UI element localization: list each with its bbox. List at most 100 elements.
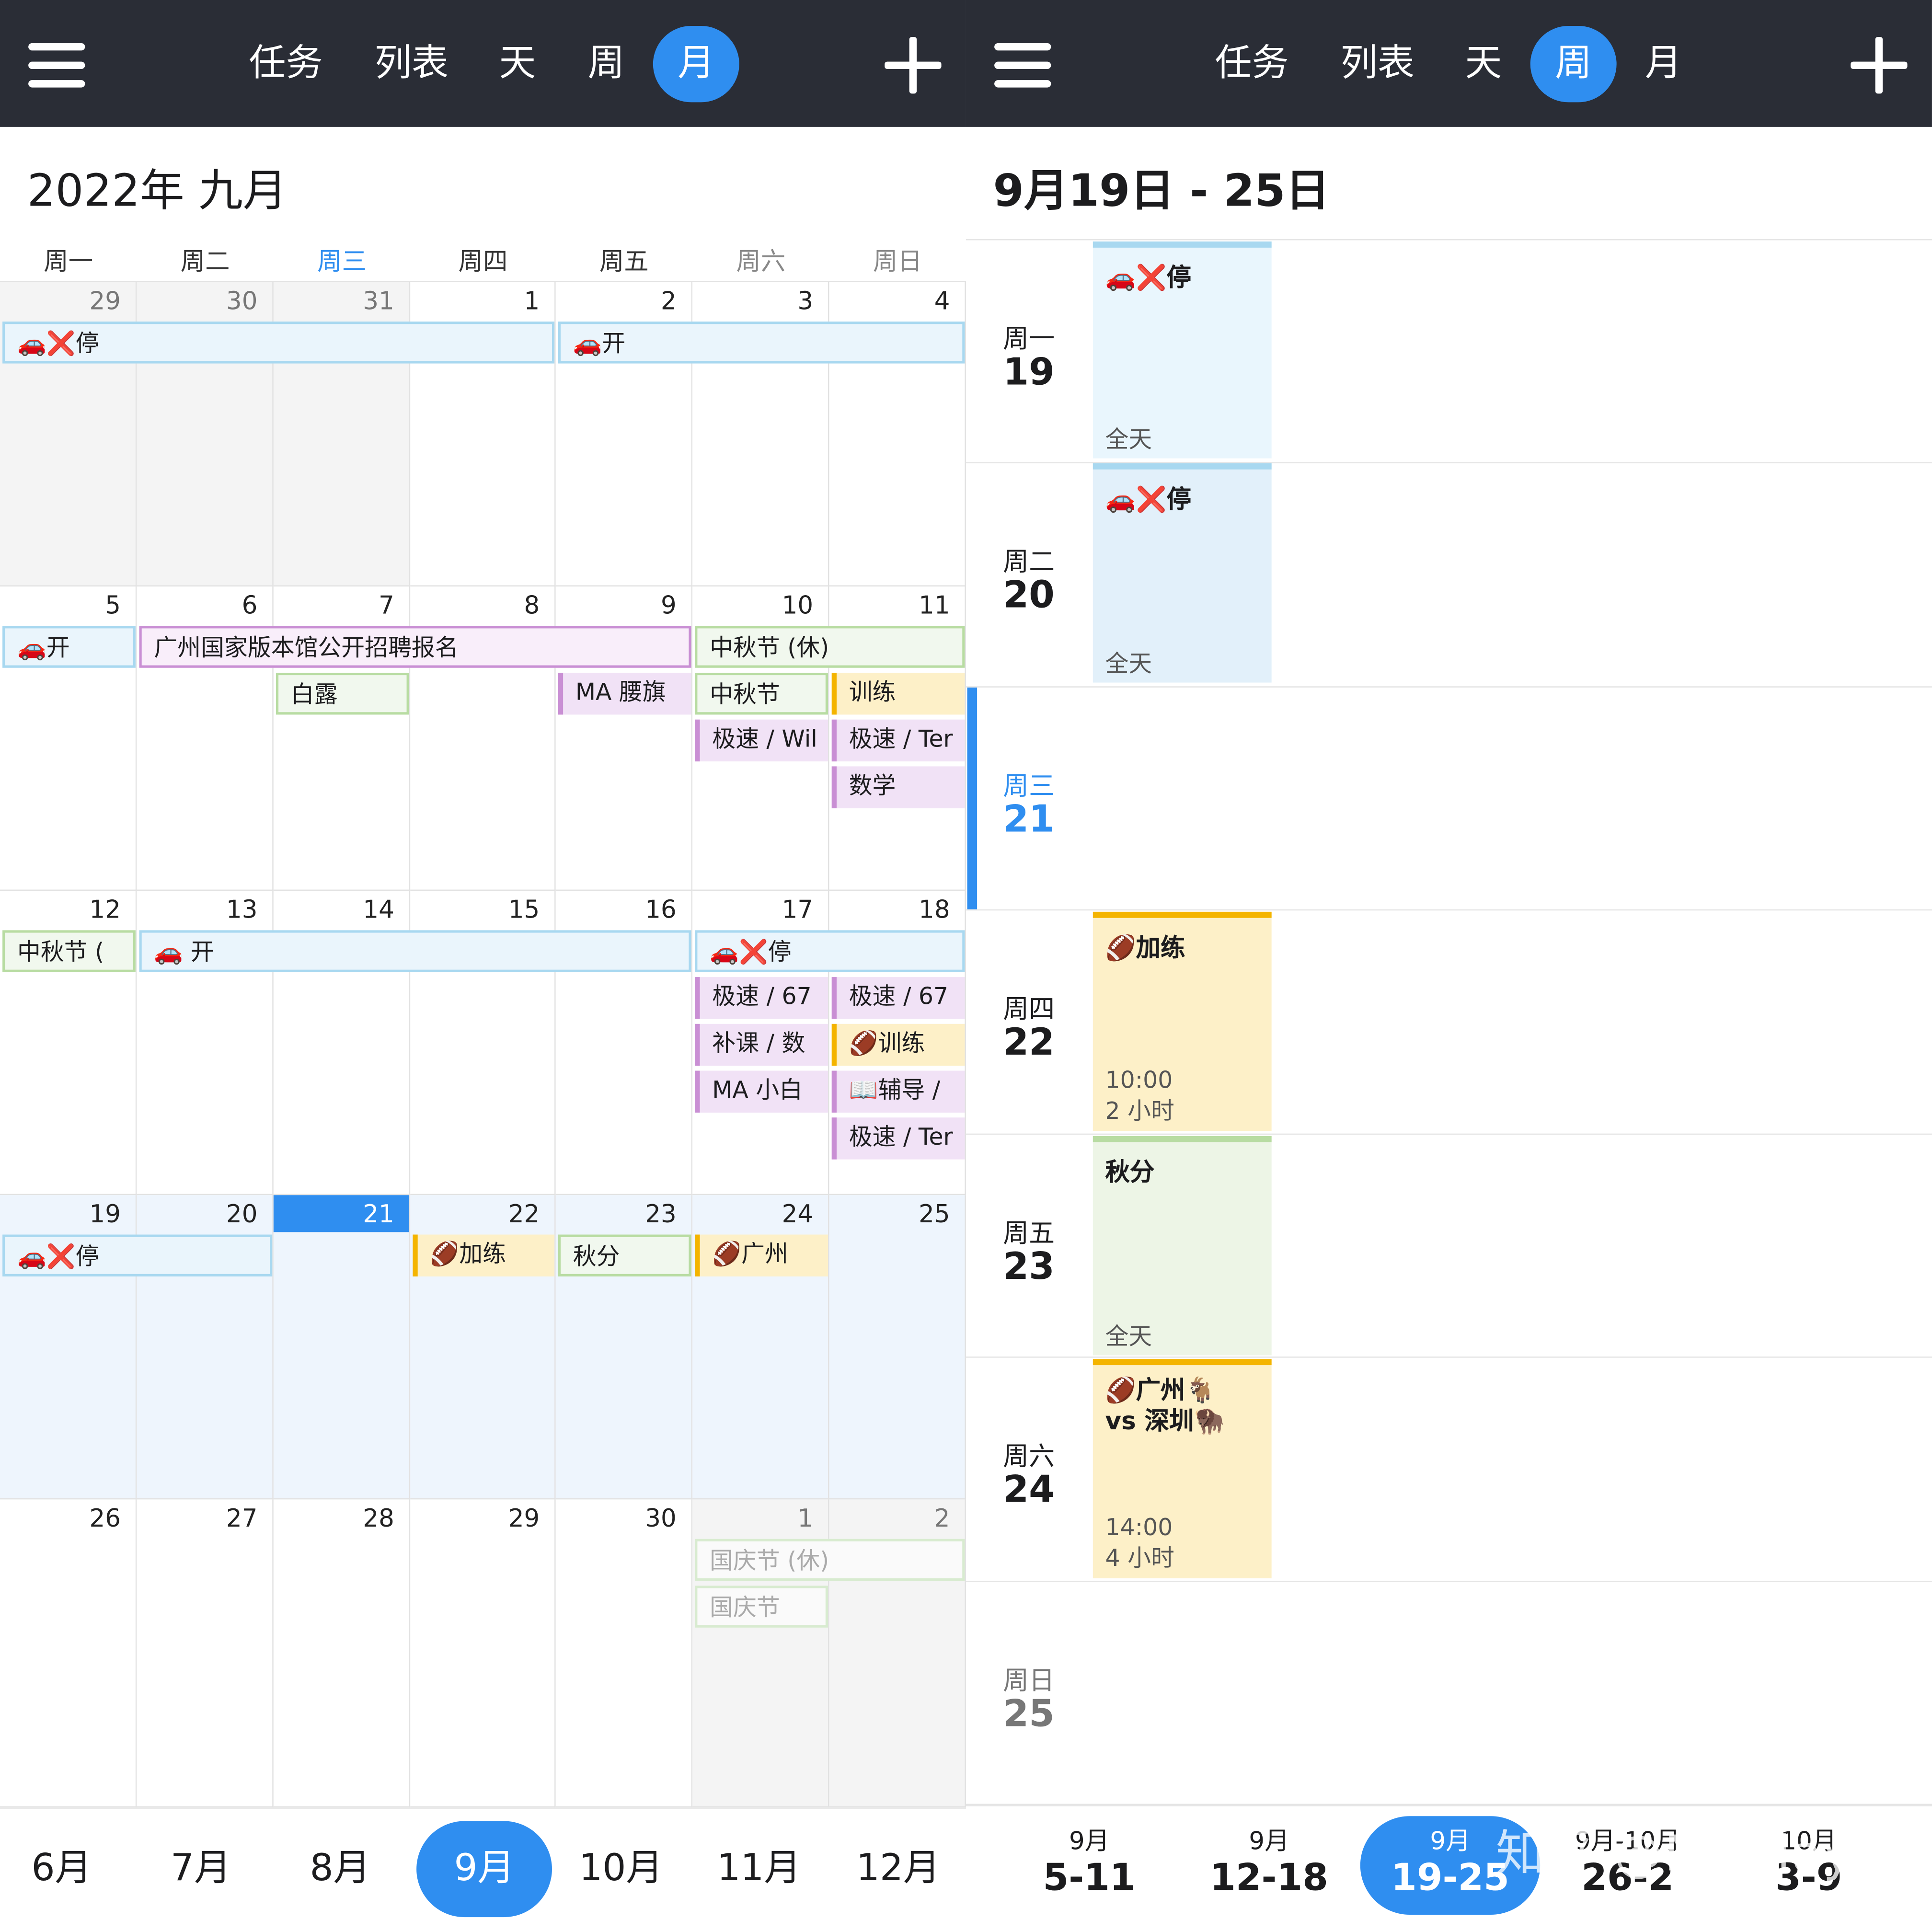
day-number: 14 xyxy=(363,894,394,924)
day-number: 17 xyxy=(782,894,814,924)
event-block-tue[interactable]: 🚗❌停 全天 xyxy=(1092,463,1272,683)
month-aug[interactable]: 8月 xyxy=(278,1821,402,1918)
day-number: 10 xyxy=(782,590,814,620)
tab-month[interactable]: 月 xyxy=(1639,26,1688,102)
calendar-event[interactable]: 白露 xyxy=(276,672,409,715)
month-jul[interactable]: 7月 xyxy=(139,1821,263,1918)
weekday-label: 周日 xyxy=(873,246,922,276)
top-bar-right: 任务 列表 天 周 月 xyxy=(966,0,1932,127)
calendar-event[interactable]: 🚗❌停 xyxy=(695,930,965,972)
weekday-label: 周三 xyxy=(317,246,367,276)
day-number: 8 xyxy=(524,590,540,620)
calendar-event[interactable]: 极速 / Wil xyxy=(695,719,828,762)
calendar-event[interactable]: MA 小白 xyxy=(695,1070,828,1113)
calendar-event[interactable]: 极速 / 67 xyxy=(695,977,828,1019)
month-sep[interactable]: 9月 xyxy=(416,1821,552,1918)
week-day-row[interactable]: 周日 25 xyxy=(966,1582,1932,1805)
calendar-event[interactable]: 国庆节 xyxy=(695,1586,828,1628)
event-block-mon[interactable]: 🚗❌停 全天 xyxy=(1092,241,1272,459)
week-day-row[interactable]: 周三 21 xyxy=(966,688,1932,911)
day-number: 22 xyxy=(508,1198,540,1229)
add-icon[interactable] xyxy=(1851,37,1908,94)
event-time: 14:00 xyxy=(1105,1514,1173,1541)
calendar-event[interactable]: 广州国家版本馆公开招聘报名 xyxy=(139,626,691,668)
calendar-event[interactable]: 🏈加练 xyxy=(413,1234,555,1276)
month-jun[interactable]: 6月 xyxy=(0,1821,123,1918)
week-day-label: 周五 23 xyxy=(1003,1218,1055,1289)
day-number: 16 xyxy=(645,894,677,924)
event-duration: 全天 xyxy=(1105,1323,1152,1351)
day-cell[interactable]: 30 xyxy=(555,1499,693,1808)
tab-list[interactable]: 列表 xyxy=(1333,26,1422,102)
day-cell[interactable]: 25 xyxy=(829,1195,966,1500)
day-cell[interactable]: 27 xyxy=(137,1499,274,1808)
calendar-event[interactable]: 中秋节 (休) xyxy=(695,626,965,668)
calendar-event[interactable]: 补课 / 数 xyxy=(695,1023,828,1066)
tab-day[interactable]: 天 xyxy=(490,26,544,102)
calendar-event[interactable]: 中秋节 xyxy=(695,672,828,715)
calendar-event[interactable]: MA 腰旗 xyxy=(558,672,691,715)
event-block-fri[interactable]: 秋分 全天 xyxy=(1092,1136,1272,1356)
day-cell[interactable]: 29 xyxy=(410,1499,556,1808)
tab-tasks[interactable]: 任务 xyxy=(1208,26,1296,102)
weekday-label: 周四 xyxy=(458,246,508,276)
calendar-event[interactable]: 极速 / Ter xyxy=(831,1117,965,1160)
day-cell[interactable]: 28 xyxy=(273,1499,411,1808)
day-number: 1 xyxy=(797,1503,814,1533)
day-number: 30 xyxy=(226,286,258,316)
weekday-label: 周二 xyxy=(180,246,230,276)
week-day-label: 周日 25 xyxy=(1003,1666,1055,1736)
day-number: 28 xyxy=(363,1503,394,1533)
calendar-event[interactable]: 秋分 xyxy=(558,1234,691,1276)
day-number: 23 xyxy=(645,1198,677,1229)
tab-day[interactable]: 天 xyxy=(1456,26,1510,102)
day-number: 1 xyxy=(524,286,540,316)
month-nov[interactable]: 11月 xyxy=(695,1821,823,1918)
day-number: 11 xyxy=(919,590,950,620)
month-dec[interactable]: 12月 xyxy=(833,1821,964,1918)
menu-icon[interactable] xyxy=(28,43,85,88)
event-block-thu[interactable]: 🏈加练 10:00 2 小时 xyxy=(1092,911,1272,1131)
month-nav-bar: 6月 7月 8月 9月 10月 11月 12月 xyxy=(0,1807,966,1931)
day-number: 19 xyxy=(89,1198,121,1229)
calendar-event[interactable]: 极速 / 67 xyxy=(831,977,965,1019)
event-title: 🚗❌停 xyxy=(1105,262,1192,292)
calendar-event[interactable]: 🚗❌停 xyxy=(2,322,555,364)
tab-month[interactable]: 月 xyxy=(653,25,739,103)
week-day-label: 周一 19 xyxy=(1003,324,1055,394)
day-number: 29 xyxy=(508,1503,540,1533)
calendar-event[interactable]: 🚗开 xyxy=(2,626,136,668)
tab-week[interactable]: 周 xyxy=(579,26,633,102)
day-cell[interactable]: 21 xyxy=(273,1195,411,1500)
calendar-event[interactable]: 数学 xyxy=(831,766,965,808)
menu-icon[interactable] xyxy=(994,43,1051,88)
calendar-event[interactable]: 国庆节 (休) xyxy=(695,1539,965,1581)
day-number: 6 xyxy=(242,590,258,620)
month-title: 2022年 九月 xyxy=(27,166,288,217)
add-icon[interactable] xyxy=(885,37,942,94)
day-cell[interactable]: 26 xyxy=(0,1499,137,1808)
week-5-11[interactable]: 9月 5-11 xyxy=(1015,1821,1163,1900)
month-grid: 29 30 31 1 2 3 4 5 6 7 8 9 10 11 12 13 14 15 16 17 18 19 20 21 2… xyxy=(0,281,966,1808)
calendar-event[interactable]: 🚗开 xyxy=(558,322,965,364)
calendar-event[interactable]: 🚗❌停 xyxy=(2,1234,273,1276)
tab-tasks[interactable]: 任务 xyxy=(242,26,330,102)
calendar-event[interactable]: 极速 / Ter xyxy=(831,719,965,762)
day-number: 7 xyxy=(379,590,394,620)
calendar-event[interactable]: 🚗 开 xyxy=(139,930,691,972)
day-number: 15 xyxy=(508,894,540,924)
calendar-event[interactable]: 📖辅导 / xyxy=(831,1070,965,1113)
day-number: 3 xyxy=(797,286,814,316)
calendar-event[interactable]: 🏈训练 xyxy=(831,1023,965,1066)
tab-week[interactable]: 周 xyxy=(1530,25,1617,103)
day-number: 27 xyxy=(226,1503,258,1533)
day-number: 20 xyxy=(226,1198,258,1229)
calendar-event[interactable]: 训练 xyxy=(831,672,965,715)
tab-list[interactable]: 列表 xyxy=(367,26,456,102)
week-12-18[interactable]: 9月 12-18 xyxy=(1195,1821,1343,1900)
calendar-event[interactable]: 🏈广州 xyxy=(695,1234,828,1276)
calendar-event[interactable]: 中秋节 ( xyxy=(2,930,136,972)
day-number: 5 xyxy=(105,590,121,620)
month-oct[interactable]: 10月 xyxy=(557,1821,685,1918)
event-block-sat[interactable]: 🏈广州🐐 vs 深圳🦬 14:00 4 小时 xyxy=(1092,1359,1272,1578)
